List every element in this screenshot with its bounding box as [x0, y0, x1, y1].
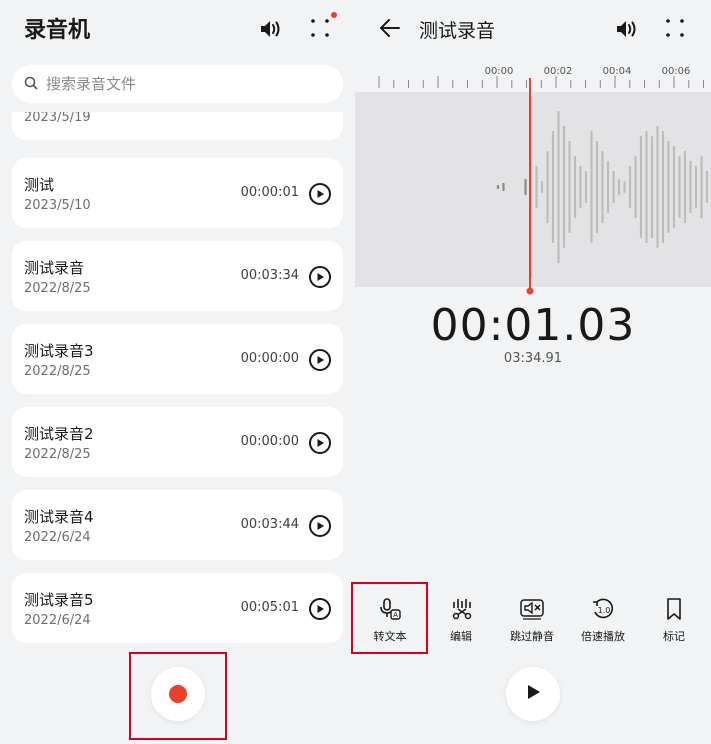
- total-duration: 03:34.91: [503, 351, 563, 366]
- tool-label: 编辑: [450, 630, 472, 643]
- recording-date: 2022/8/25: [24, 447, 91, 462]
- skip-silence-button[interactable]: 跳过静音: [497, 598, 567, 644]
- search-input[interactable]: [46, 75, 326, 93]
- recording-list-screen: 录音机 2023/5/19 测试 2023/5/10: [0, 0, 355, 744]
- page-title: 测试录音: [419, 20, 496, 42]
- recording-duration: 00:03:34: [240, 268, 299, 283]
- tool-label: 倍速播放: [581, 630, 625, 643]
- tool-label: 标记: [663, 630, 685, 643]
- list-item[interactable]: 测试 2023/5/10 00:00:01: [12, 158, 343, 228]
- play-icon[interactable]: [309, 515, 331, 537]
- mic-to-text-icon: A: [378, 598, 402, 624]
- svg-text:1.0: 1.0: [598, 606, 611, 615]
- list-item[interactable]: 2023/5/19: [12, 112, 343, 140]
- tool-label: 转文本: [373, 630, 407, 643]
- recording-date: 2023/5/19: [24, 112, 91, 125]
- recording-date: 2022/6/24: [24, 613, 91, 628]
- tool-label: 跳过静音: [510, 630, 554, 643]
- playhead-handle: [526, 287, 534, 295]
- app-title: 录音机: [24, 18, 91, 43]
- playback-speed-icon: 1.0: [591, 598, 615, 624]
- list-item[interactable]: 测试录音5 2022/6/24 00:05:01: [12, 573, 343, 643]
- convert-to-text-button[interactable]: A 转文本: [355, 598, 425, 644]
- recording-name: 测试录音4: [24, 508, 94, 526]
- edit-button[interactable]: 编辑: [426, 598, 496, 644]
- edit-audio-icon: [449, 599, 473, 624]
- play-icon[interactable]: [309, 266, 331, 288]
- list-item[interactable]: 测试录音3 2022/8/25 00:00:00: [12, 324, 343, 394]
- play-icon: [524, 683, 542, 705]
- svg-text:A: A: [393, 611, 398, 619]
- search-bar[interactable]: [12, 65, 343, 103]
- bookmark-icon: [664, 598, 684, 624]
- toolbar: A 转文本 编辑 跳过静音 1.0 倍速播放 标记: [355, 598, 711, 644]
- bookmark-button[interactable]: 标记: [639, 598, 709, 644]
- more-menu-icon[interactable]: [665, 18, 685, 42]
- list-item[interactable]: 测试录音 2022/8/25 00:03:34: [12, 241, 343, 311]
- recording-list[interactable]: 2023/5/19 测试 2023/5/10 00:00:01 测试录音 202…: [0, 112, 355, 652]
- list-item[interactable]: 测试录音2 2022/8/25 00:00:00: [12, 407, 343, 477]
- recording-date: 2023/5/10: [24, 198, 91, 213]
- recording-detail-screen: 测试录音 00:00 00:02 00:04 00:06 00:01.03 03…: [351, 0, 711, 744]
- recording-date: 2022/8/25: [24, 281, 91, 296]
- record-button[interactable]: [151, 667, 205, 721]
- recording-duration: 00:00:00: [240, 351, 299, 366]
- list-item[interactable]: 测试录音4 2022/6/24 00:03:44: [12, 490, 343, 560]
- ruler-label: 00:04: [603, 66, 632, 77]
- volume-icon[interactable]: [615, 18, 641, 44]
- recording-name: 测试录音: [24, 259, 85, 277]
- volume-icon[interactable]: [259, 18, 285, 44]
- recording-name: 测试录音2: [24, 425, 94, 443]
- skip-silence-icon: [519, 599, 545, 624]
- recording-duration: 00:03:44: [240, 517, 299, 532]
- ruler-label: 00:02: [544, 66, 573, 77]
- recording-duration: 00:05:01: [240, 600, 299, 615]
- ruler-label: 00:00: [485, 66, 514, 77]
- record-icon: [169, 685, 187, 703]
- recording-date: 2022/6/24: [24, 530, 91, 545]
- recording-duration: 00:00:01: [240, 185, 299, 200]
- waveform-timeline[interactable]: 00:00 00:02 00:04 00:06: [355, 60, 711, 300]
- back-arrow-icon[interactable]: [379, 18, 401, 42]
- recording-name: 测试: [24, 176, 55, 194]
- play-icon[interactable]: [309, 598, 331, 620]
- recording-name: 测试录音3: [24, 342, 94, 360]
- ruler-label: 00:06: [662, 66, 691, 77]
- current-time: 00:01.03: [430, 300, 636, 351]
- play-icon[interactable]: [309, 183, 331, 205]
- play-icon[interactable]: [309, 349, 331, 371]
- recording-duration: 00:00:00: [240, 434, 299, 449]
- recording-name: 测试录音5: [24, 591, 94, 609]
- play-button[interactable]: [506, 667, 560, 721]
- search-icon: [24, 75, 38, 94]
- playback-speed-button[interactable]: 1.0 倍速播放: [568, 598, 638, 644]
- notification-dot: [331, 12, 337, 18]
- play-icon[interactable]: [309, 432, 331, 454]
- more-menu-icon[interactable]: [310, 18, 330, 42]
- recording-date: 2022/8/25: [24, 364, 91, 379]
